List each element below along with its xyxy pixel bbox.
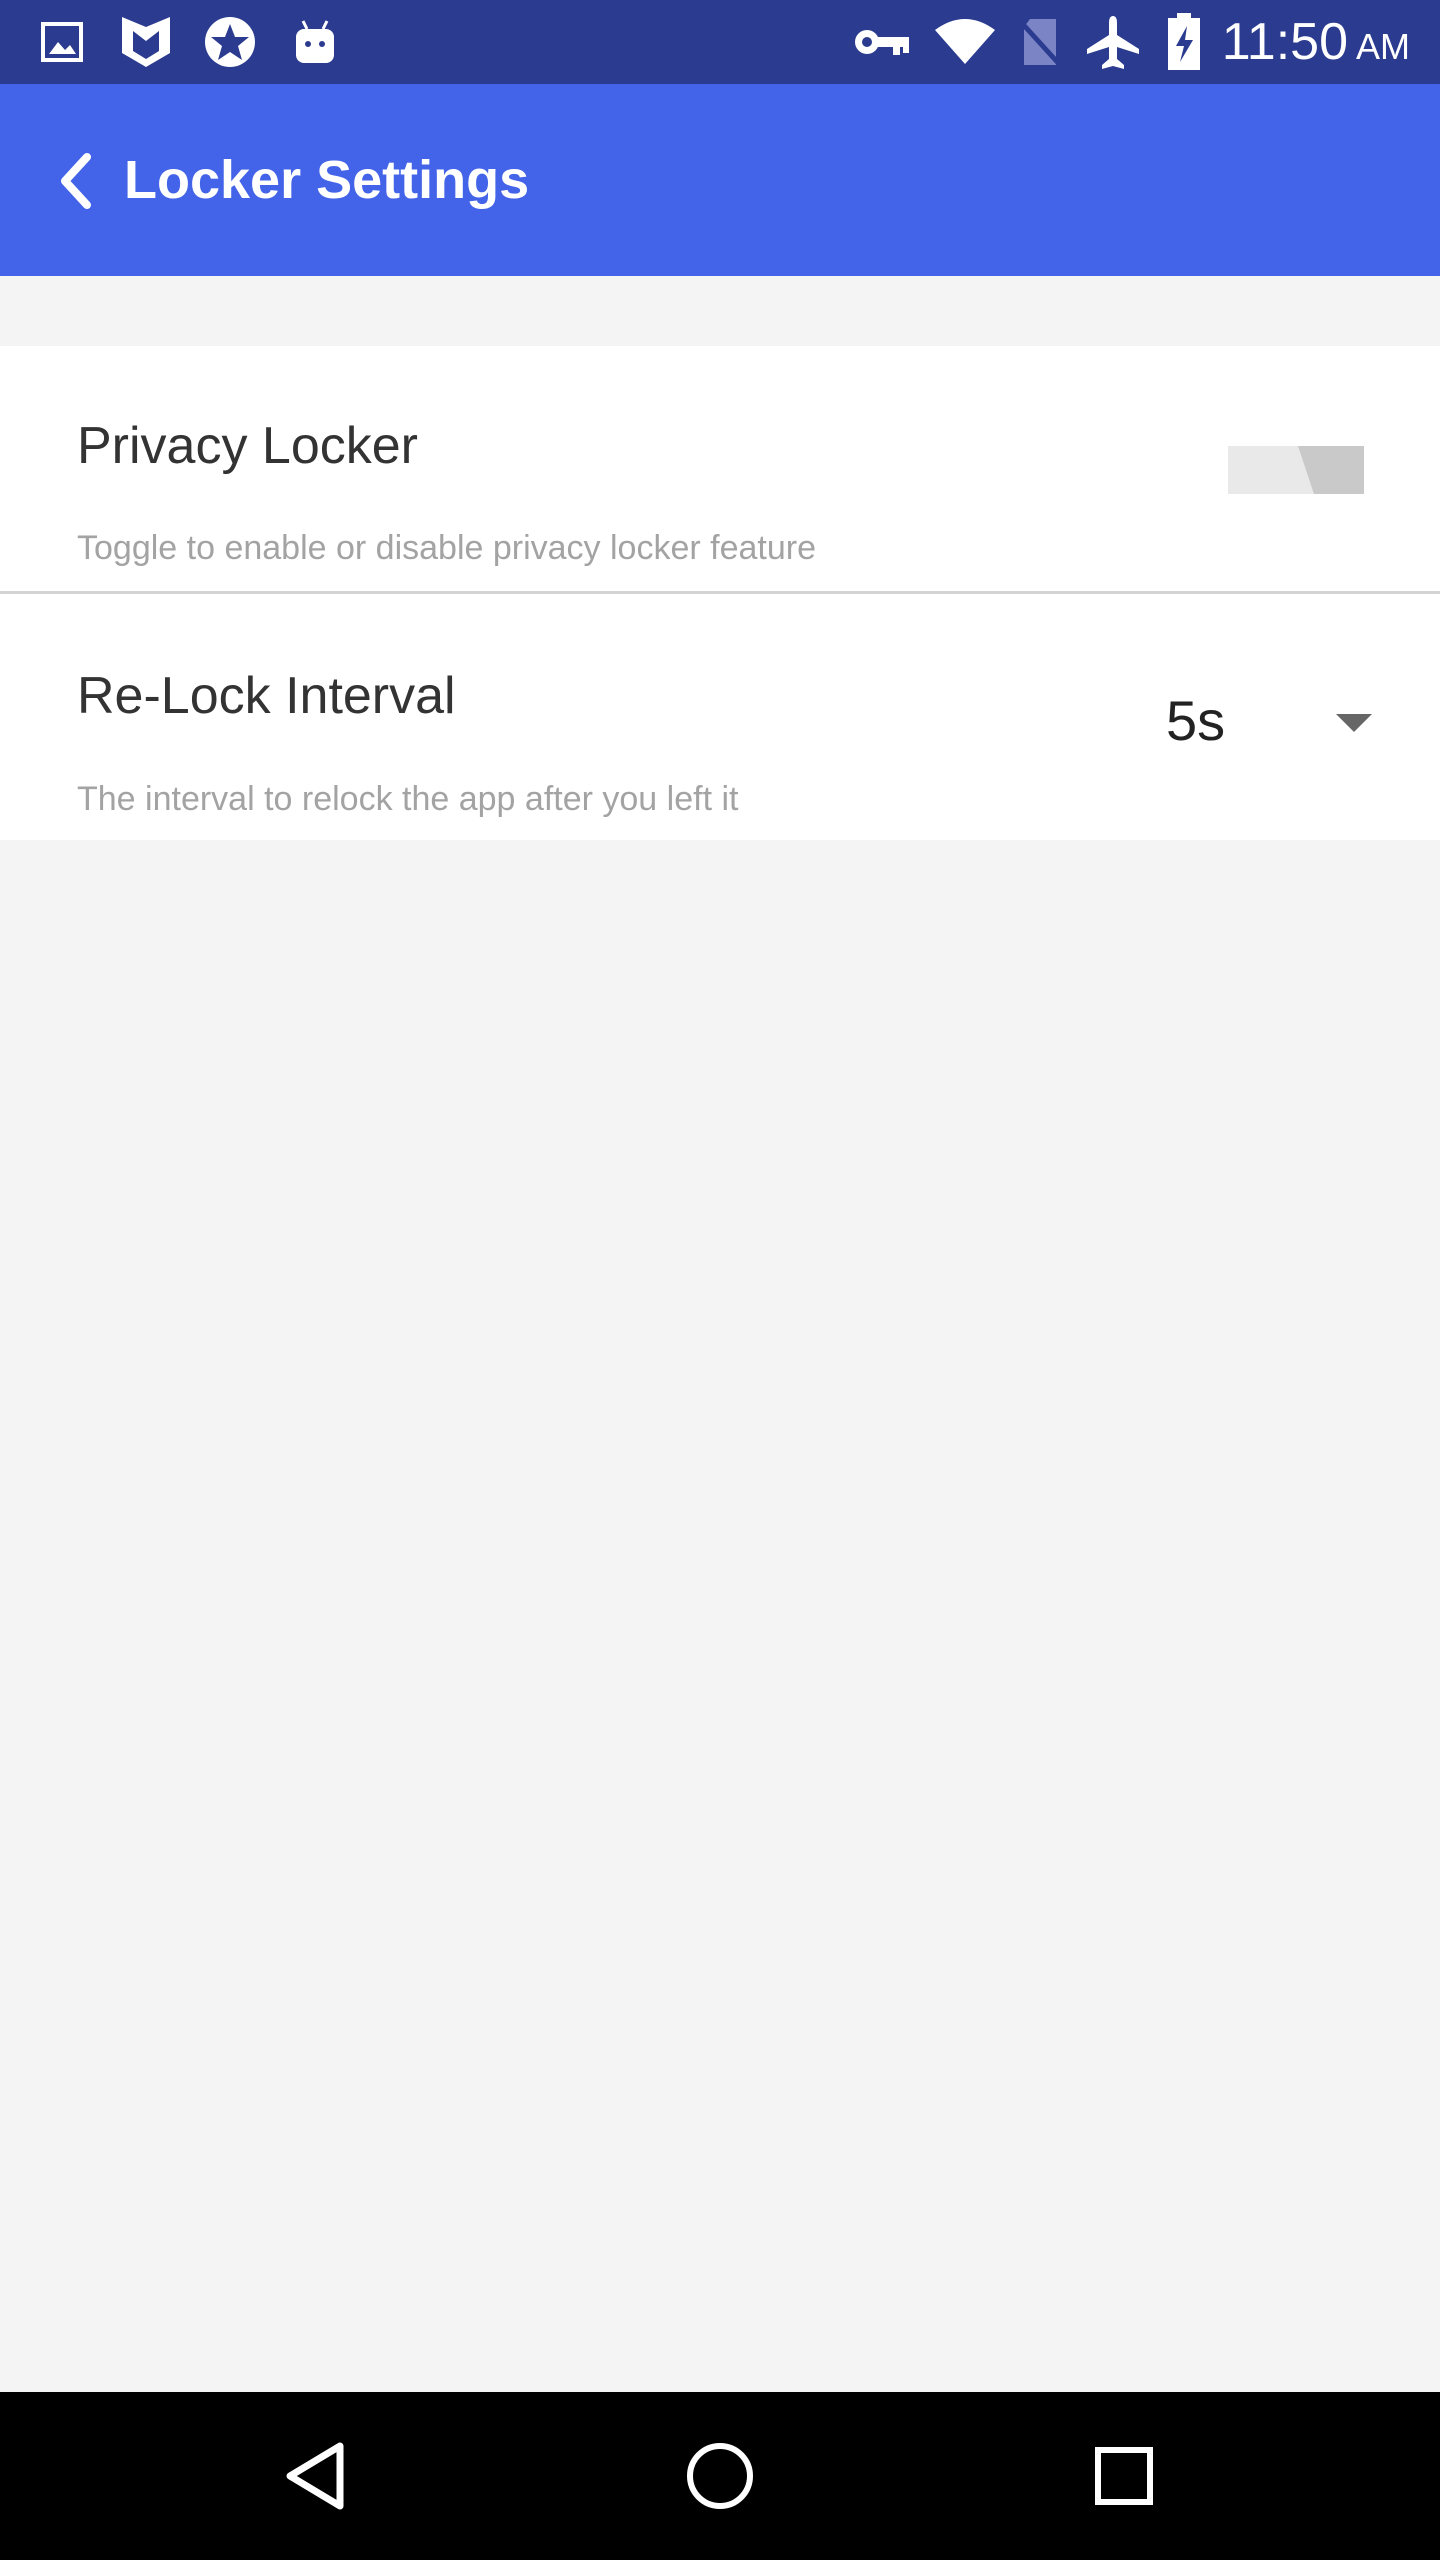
relock-interval-value: 5s — [1166, 689, 1226, 752]
no-sim-icon — [1016, 0, 1064, 84]
dropdown-arrow-icon — [1336, 714, 1372, 732]
privacy-locker-toggle[interactable] — [1228, 446, 1364, 494]
back-button[interactable] — [30, 136, 120, 226]
wifi-icon — [932, 0, 998, 84]
nav-back-button[interactable] — [266, 2426, 366, 2526]
star-badge-icon — [200, 0, 260, 84]
relock-interval-row: Re-Lock Interval The interval to relock … — [0, 594, 1440, 840]
relock-interval-description: The interval to relock the app after you… — [77, 780, 739, 818]
status-bar: 11:50 AM — [0, 0, 1440, 84]
privacy-locker-row[interactable]: Privacy Locker Toggle to enable or disab… — [0, 346, 1440, 594]
clock-ampm: AM — [1356, 26, 1410, 67]
home-circle-icon — [687, 2443, 753, 2509]
settings-list: Privacy Locker Toggle to enable or disab… — [0, 346, 1440, 840]
page-title: Locker Settings — [124, 150, 530, 210]
chevron-left-icon — [61, 153, 91, 209]
android-icon — [292, 0, 338, 84]
airplane-icon — [1082, 0, 1144, 84]
nav-home-button[interactable] — [670, 2426, 770, 2526]
privacy-locker-description: Toggle to enable or disable privacy lock… — [77, 529, 816, 567]
app-bar: Locker Settings — [0, 84, 1440, 276]
shield-m-icon — [118, 0, 174, 84]
battery-charging-icon — [1164, 0, 1204, 84]
status-clock: 11:50 AM — [1222, 0, 1410, 84]
back-triangle-icon — [286, 2442, 344, 2510]
image-icon — [38, 0, 86, 84]
relock-interval-title: Re-Lock Interval — [77, 667, 456, 725]
clock-time: 11:50 — [1221, 13, 1348, 71]
navigation-bar — [0, 2392, 1440, 2560]
recents-square-icon — [1095, 2447, 1153, 2505]
key-icon — [852, 0, 912, 84]
relock-interval-dropdown[interactable]: 5s — [1150, 674, 1390, 774]
nav-recents-button[interactable] — [1074, 2426, 1174, 2526]
privacy-locker-title: Privacy Locker — [77, 417, 418, 475]
